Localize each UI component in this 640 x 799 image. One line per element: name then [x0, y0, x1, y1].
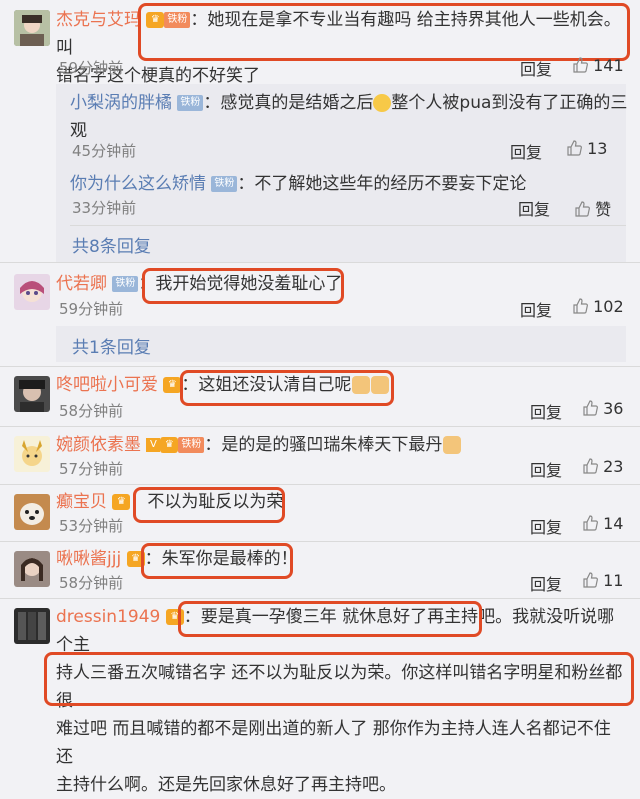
- divider: [0, 541, 640, 542]
- like-button[interactable]: 11: [582, 571, 623, 592]
- highlight-box: [180, 370, 394, 406]
- avatar[interactable]: [14, 608, 50, 644]
- avatar[interactable]: [14, 10, 50, 46]
- reply-text-cont: 整个人被pua到没有了正确的三: [391, 93, 628, 113]
- divider: [70, 225, 626, 226]
- thumbs-up-icon: [582, 399, 598, 420]
- highlight-box: [133, 487, 285, 523]
- divider: [0, 262, 640, 263]
- divider: [0, 598, 640, 599]
- smile-emoji-icon: [373, 94, 392, 112]
- highlight-box: [178, 601, 482, 637]
- thumbs-up-icon: [574, 200, 590, 221]
- fan-badge: 铁粉: [112, 276, 139, 292]
- reply-username[interactable]: 你为什么这么矫情: [70, 174, 206, 194]
- username[interactable]: 咚吧啦小可爱: [56, 375, 158, 395]
- timestamp: 58分钟前: [59, 402, 124, 420]
- avatar[interactable]: [14, 494, 50, 530]
- reply-text: ：不了解她这些年的经历不要妄下定论: [237, 174, 527, 194]
- highlight-box: [142, 268, 344, 304]
- like-button[interactable]: 23: [582, 457, 623, 478]
- timestamp: 58分钟前: [59, 574, 124, 592]
- username[interactable]: 婉颜依素墨: [56, 435, 141, 455]
- comment-body: 婉颜依素墨 V ♛ 铁粉 ：是的是的骚凹瑞朱棒天下最丹: [56, 431, 626, 459]
- reply-button[interactable]: 回复: [518, 196, 550, 220]
- like-count: 13: [587, 139, 608, 158]
- reply-button[interactable]: 回复: [520, 297, 552, 321]
- like-button[interactable]: 赞: [574, 196, 611, 221]
- timestamp: 33分钟前: [72, 199, 137, 217]
- like-count: 14: [603, 514, 624, 533]
- comment-text: ：是的是的骚凹瑞朱棒天下最丹: [204, 435, 443, 455]
- vip-icon: ♛: [112, 494, 131, 510]
- reply-text: ：感觉真的是结婚之后: [203, 93, 374, 113]
- like-count: 赞: [595, 200, 612, 219]
- thumbs-up-icon: [582, 457, 598, 478]
- fan-badge: 铁粉: [177, 95, 204, 111]
- like-count: 102: [593, 297, 624, 316]
- username[interactable]: 杰克与艾玛: [56, 10, 141, 30]
- thumbs-up-icon: [572, 56, 588, 77]
- comment-text-line: 主持什么啊。还是先回家休息好了再主持吧。: [56, 775, 396, 795]
- avatar[interactable]: [14, 551, 50, 587]
- avatar[interactable]: [14, 436, 50, 472]
- reply-button[interactable]: 回复: [530, 399, 562, 423]
- reply-button[interactable]: 回复: [520, 56, 552, 80]
- like-count: 36: [603, 399, 624, 418]
- divider: [0, 484, 640, 485]
- thumbs-up-icon: [566, 139, 582, 160]
- username[interactable]: 癫宝贝: [56, 492, 107, 512]
- reply-button[interactable]: 回复: [510, 139, 542, 163]
- like-button[interactable]: 36: [582, 399, 623, 420]
- reply-button[interactable]: 回复: [530, 571, 562, 595]
- cat-emoji-icon: [443, 436, 462, 454]
- timestamp: 53分钟前: [59, 517, 124, 535]
- divider: [0, 426, 640, 427]
- reply-body: 小梨涡的胖橘 铁粉 ：感觉真的是结婚之后 整个人被pua到没有了正确的三 观: [70, 89, 630, 145]
- more-replies-link[interactable]: 共8条回复: [72, 232, 151, 257]
- reply-text-line: 观: [70, 121, 87, 141]
- vip-icon: ♛: [163, 377, 182, 393]
- like-button[interactable]: 141: [572, 56, 624, 77]
- fan-badge: 铁粉: [211, 176, 238, 192]
- divider: [0, 366, 640, 367]
- vip-icon: ♛: [160, 437, 179, 453]
- reply-button[interactable]: 回复: [530, 457, 562, 481]
- timestamp: 57分钟前: [59, 460, 124, 478]
- like-button[interactable]: 13: [566, 139, 607, 160]
- avatar[interactable]: [14, 376, 50, 412]
- timestamp: 45分钟前: [72, 142, 137, 160]
- fan-badge: 铁粉: [178, 437, 205, 453]
- timestamp: 59分钟前: [59, 300, 124, 318]
- highlight-box: [141, 543, 293, 579]
- username[interactable]: 代若卿: [56, 274, 107, 294]
- thumbs-up-icon: [572, 297, 588, 318]
- username[interactable]: dressin1949: [56, 607, 160, 627]
- like-button[interactable]: 14: [582, 514, 623, 535]
- comment-text-line: 难过吧 而且喊错的都不是刚出道的新人了 那你作为主持人连人名都记不住 还: [56, 719, 611, 767]
- highlight-box: [44, 652, 634, 706]
- more-replies-link[interactable]: 共1条回复: [72, 333, 151, 358]
- like-count: 141: [593, 56, 624, 75]
- avatar[interactable]: [14, 274, 50, 310]
- reply-body: 你为什么这么矫情 铁粉 ：不了解她这些年的经历不要妄下定论: [70, 170, 630, 198]
- username[interactable]: 啾啾酱jjj: [56, 549, 121, 569]
- timestamp: 59分钟前: [59, 59, 124, 77]
- reply-button[interactable]: 回复: [530, 514, 562, 538]
- like-count: 23: [603, 457, 624, 476]
- like-count: 11: [603, 571, 624, 590]
- highlight-box: [138, 3, 630, 61]
- thumbs-up-icon: [582, 571, 598, 592]
- verified-icon: V: [146, 438, 161, 452]
- reply-username[interactable]: 小梨涡的胖橘: [70, 93, 172, 113]
- like-button[interactable]: 102: [572, 297, 624, 318]
- thumbs-up-icon: [582, 514, 598, 535]
